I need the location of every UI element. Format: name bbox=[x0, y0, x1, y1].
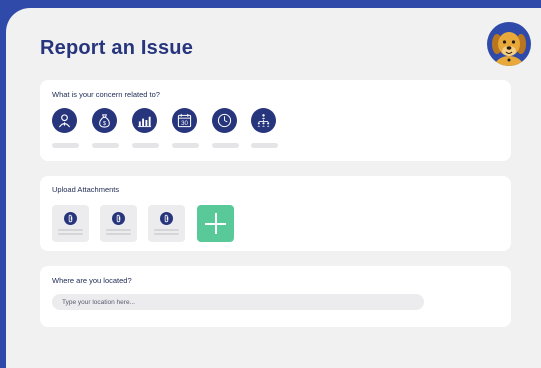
hierarchy-icon bbox=[257, 114, 270, 127]
attachment-label-placeholder bbox=[154, 229, 179, 231]
paperclip-icon bbox=[160, 212, 173, 225]
category-label-placeholder bbox=[172, 143, 199, 148]
category-label-placeholder bbox=[251, 143, 278, 148]
attachment-label-placeholder bbox=[106, 233, 131, 235]
category-person-button[interactable] bbox=[52, 108, 77, 133]
attachment-label-placeholder bbox=[154, 233, 179, 235]
money-bag-icon: $ bbox=[99, 114, 110, 128]
category-calendar-button[interactable]: 30 bbox=[172, 108, 197, 133]
concern-title: What is your concern related to? bbox=[52, 90, 160, 99]
category-label-placeholder bbox=[92, 143, 119, 148]
user-avatar[interactable] bbox=[487, 22, 531, 66]
add-attachment-button[interactable] bbox=[197, 205, 234, 242]
location-title: Where are you located? bbox=[52, 276, 132, 285]
category-money-button[interactable]: $ bbox=[92, 108, 117, 133]
page-title: Report an Issue bbox=[40, 37, 194, 59]
concern-card: What is your concern related to? $ 30 bbox=[40, 80, 511, 161]
attachments-title: Upload Attachments bbox=[52, 185, 120, 194]
location-card: Where are you located? bbox=[40, 266, 511, 327]
dog-avatar-icon bbox=[492, 32, 526, 66]
attachments-card: Upload Attachments bbox=[40, 176, 511, 251]
person-icon bbox=[58, 114, 71, 128]
category-label-placeholder bbox=[212, 143, 239, 148]
category-hierarchy-button[interactable] bbox=[251, 108, 276, 133]
category-label-placeholder bbox=[52, 143, 79, 148]
calendar-icon: 30 bbox=[177, 113, 192, 127]
clock-icon bbox=[217, 113, 232, 128]
attachment-label-placeholder bbox=[58, 233, 83, 235]
location-input[interactable] bbox=[52, 294, 424, 310]
calendar-day-text: 30 bbox=[181, 120, 188, 127]
svg-text:$: $ bbox=[103, 121, 107, 127]
attachment-label-placeholder bbox=[58, 229, 83, 231]
paperclip-icon bbox=[64, 212, 77, 225]
attachment-thumbnail[interactable] bbox=[52, 205, 89, 242]
bar-chart-icon bbox=[137, 116, 152, 128]
category-label-placeholder bbox=[132, 143, 159, 148]
paperclip-icon bbox=[112, 212, 125, 225]
category-clock-button[interactable] bbox=[212, 108, 237, 133]
attachment-thumbnail[interactable] bbox=[148, 205, 185, 242]
attachment-label-placeholder bbox=[106, 229, 131, 231]
category-chart-button[interactable] bbox=[132, 108, 157, 133]
attachment-thumbnail[interactable] bbox=[100, 205, 137, 242]
